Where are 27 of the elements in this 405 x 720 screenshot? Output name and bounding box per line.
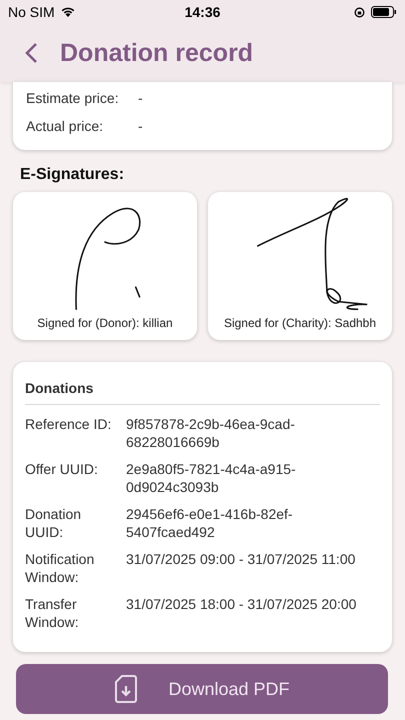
field-value: 31/07/2025 18:00 - 31/07/2025 20:00 xyxy=(126,595,358,614)
card-title: Donations xyxy=(25,380,94,396)
field-label: Actual price: xyxy=(26,118,104,134)
field-value: 9f857878-2c9b-46ea-9cad-68228016669b xyxy=(126,415,296,451)
field-label: Estimate price: xyxy=(26,90,120,106)
field-value: - xyxy=(138,118,144,134)
signature-caption: Signed for (Charity): Sadhbh xyxy=(224,316,376,330)
field-value: 29456ef6-e0e1-416b-82ef-5407fcaed492 xyxy=(126,505,294,541)
field-label: Donation UUID: xyxy=(25,505,82,541)
field-value: - xyxy=(138,90,144,106)
wifi-icon xyxy=(60,6,76,18)
rotation-lock-icon xyxy=(354,6,365,18)
file-download-icon xyxy=(114,674,138,704)
field-label: Offer UUID: xyxy=(25,460,99,479)
clock-time: 14:36 xyxy=(184,4,222,20)
field-label: Reference ID: xyxy=(25,415,112,434)
page-title: Donation record xyxy=(60,38,254,68)
back-icon[interactable] xyxy=(24,42,38,64)
field-label: Transfer Window: xyxy=(25,595,80,631)
section-title: E-Signatures: xyxy=(20,166,126,184)
field-label: Notification Window: xyxy=(25,550,96,586)
signature-caption: Signed for (Donor): killian xyxy=(37,316,173,330)
field-value: 31/07/2025 09:00 - 31/07/2025 11:00 xyxy=(126,550,356,569)
field-value: 2e9a80f5-7821-4c4a-a915-0d9024c3093b xyxy=(126,460,297,496)
download-pdf-button[interactable]: Download PDF xyxy=(16,664,388,714)
battery-icon xyxy=(371,6,397,18)
carrier-text: No SIM xyxy=(8,4,55,20)
